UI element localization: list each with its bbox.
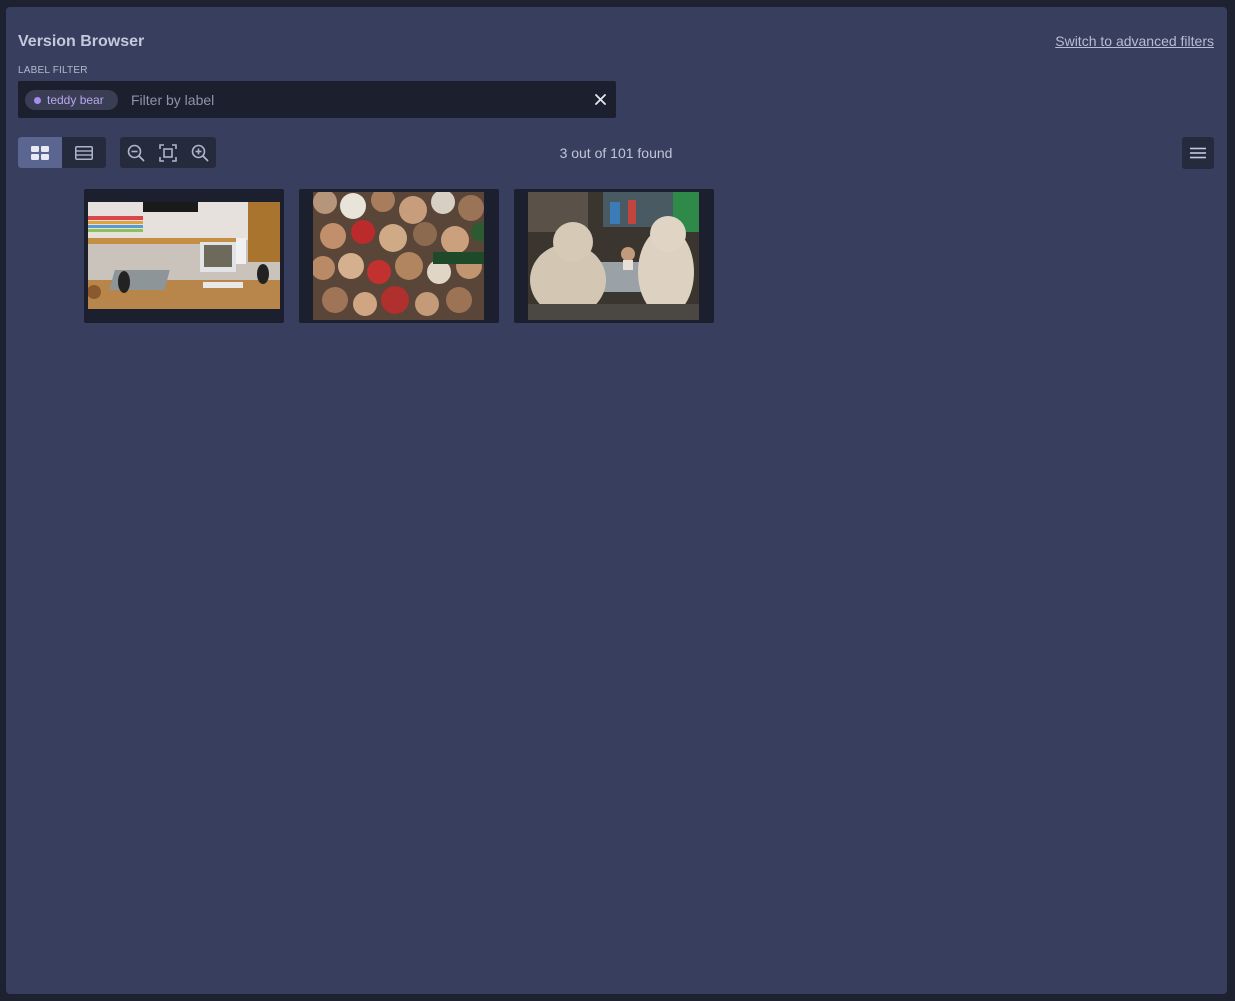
clear-filter-button[interactable]: [592, 91, 608, 107]
version-browser-panel: Version Browser Switch to advanced filte…: [6, 7, 1227, 994]
fit-to-screen-button[interactable]: [152, 137, 184, 168]
fit-to-screen-icon: [159, 143, 177, 162]
label-filter-heading: LABEL FILTER: [18, 65, 88, 76]
zoom-controls: [120, 137, 216, 168]
list-view-button[interactable]: [62, 137, 106, 168]
result-card[interactable]: [84, 189, 284, 323]
label-chip[interactable]: teddy bear: [25, 90, 118, 110]
result-count: 3 out of 101 found: [559, 145, 673, 161]
result-card[interactable]: [299, 189, 499, 323]
label-filter-input[interactable]: [131, 89, 571, 111]
label-filter-box[interactable]: teddy bear: [18, 81, 616, 118]
page-title: Version Browser: [18, 33, 145, 50]
zoom-in-button[interactable]: [184, 137, 216, 168]
result-thumbnail: [88, 202, 280, 309]
grid-view-icon: [31, 145, 49, 160]
hamburger-menu-icon: [1190, 147, 1206, 159]
result-thumbnail: [313, 192, 484, 320]
zoom-out-icon: [127, 144, 145, 161]
options-menu-button[interactable]: [1182, 137, 1214, 169]
label-chip-dot: [34, 96, 41, 104]
zoom-in-icon: [191, 144, 209, 161]
grid-view-button[interactable]: [18, 137, 62, 168]
result-card[interactable]: [514, 189, 714, 323]
zoom-out-button[interactable]: [120, 137, 152, 168]
advanced-filters-link[interactable]: Switch to advanced filters: [1055, 33, 1214, 49]
list-view-icon: [75, 145, 93, 160]
result-thumbnail: [528, 192, 699, 320]
close-icon: [594, 93, 606, 105]
label-chip-text: teddy bear: [47, 93, 104, 107]
view-mode-toggle: [18, 137, 106, 168]
